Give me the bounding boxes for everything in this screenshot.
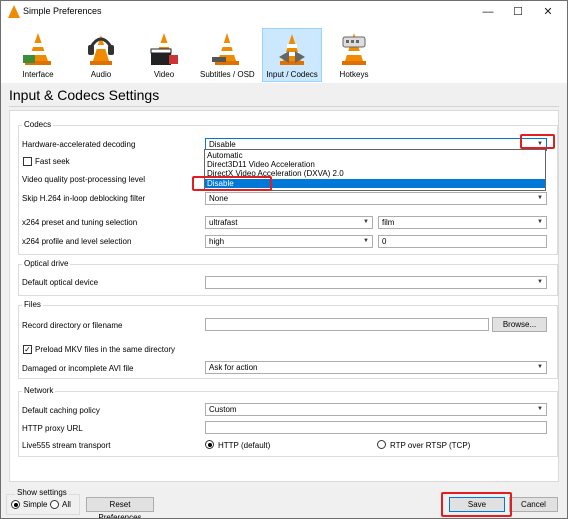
skip-h264-value: None bbox=[209, 194, 229, 203]
codecs-cone-icon bbox=[279, 34, 305, 65]
files-group-title: Files bbox=[22, 300, 43, 309]
tab-video-label: Video bbox=[153, 70, 175, 79]
cancel-button[interactable]: Cancel bbox=[509, 497, 558, 512]
optical-device-combo[interactable]: ▼ bbox=[205, 276, 547, 289]
tab-interface-label: Interface bbox=[22, 70, 54, 79]
video-clapper-icon bbox=[150, 33, 178, 65]
caching-policy-value: Custom bbox=[209, 405, 237, 414]
record-path-input[interactable] bbox=[205, 318, 489, 331]
tab-audio[interactable]: Audio bbox=[74, 29, 128, 81]
hw-decoding-label: Hardware-accelerated decoding bbox=[22, 140, 136, 149]
tab-audio-label: Audio bbox=[90, 70, 112, 79]
window-title: Simple Preferences bbox=[23, 6, 102, 16]
simple-mode-radio[interactable] bbox=[11, 500, 20, 509]
tab-input-codecs[interactable]: Input / Codecs bbox=[262, 28, 322, 82]
all-mode-label: All bbox=[62, 500, 71, 509]
chevron-down-icon: ▼ bbox=[537, 279, 543, 285]
tab-input-codecs-label: Input / Codecs bbox=[266, 70, 318, 79]
vlc-app-icon bbox=[8, 5, 20, 18]
browse-button[interactable]: Browse... bbox=[492, 317, 547, 332]
close-button[interactable]: ✕ bbox=[533, 1, 563, 23]
tab-hotkeys[interactable]: Hotkeys bbox=[327, 29, 381, 81]
reset-preferences-button[interactable]: Reset Preferences bbox=[86, 497, 154, 518]
simple-mode-label: Simple bbox=[23, 500, 48, 509]
x264-tune-combo[interactable]: film ▼ bbox=[378, 216, 547, 229]
title-divider bbox=[9, 106, 559, 107]
tab-interface[interactable]: Interface bbox=[11, 29, 65, 81]
subtitles-cone-icon bbox=[212, 33, 239, 65]
proxy-url-input[interactable] bbox=[205, 421, 547, 434]
all-mode-radio[interactable] bbox=[50, 500, 59, 509]
caching-policy-combo[interactable]: Custom ▼ bbox=[205, 403, 547, 416]
hw-decoding-value: Disable bbox=[209, 140, 236, 149]
optical-group-title: Optical drive bbox=[22, 259, 71, 268]
chevron-down-icon: ▼ bbox=[363, 238, 369, 244]
x264-level-input[interactable]: 0 bbox=[378, 235, 547, 248]
tab-subtitles-label: Subtitles / OSD bbox=[200, 70, 255, 79]
x264-tune-value: film bbox=[382, 218, 395, 227]
damaged-avi-value: Ask for action bbox=[209, 363, 258, 372]
tab-hotkeys-label: Hotkeys bbox=[339, 70, 369, 79]
maximize-button[interactable]: ☐ bbox=[503, 1, 533, 23]
optical-device-label: Default optical device bbox=[22, 278, 99, 287]
chevron-down-icon: ▼ bbox=[537, 195, 543, 201]
http-transport-label: HTTP (default) bbox=[218, 441, 271, 450]
x264-level-value: 0 bbox=[382, 237, 387, 246]
fast-seek-label: Fast seek bbox=[35, 157, 70, 166]
skip-h264-label: Skip H.264 in-loop deblocking filter bbox=[22, 194, 146, 203]
dropdown-option-d3d11[interactable]: Direct3D11 Video Acceleration bbox=[205, 160, 545, 169]
page-title: Input & Codecs Settings bbox=[9, 87, 160, 103]
chevron-down-icon: ▼ bbox=[537, 406, 543, 412]
interface-cone-icon bbox=[23, 33, 51, 65]
record-label: Record directory or filename bbox=[22, 321, 123, 330]
preload-mkv-label: Preload MKV files in the same directory bbox=[35, 345, 176, 354]
show-settings-label: Show settings bbox=[15, 488, 69, 497]
x264-preset-combo[interactable]: ultrafast ▼ bbox=[205, 216, 373, 229]
tab-subtitles-osd[interactable]: Subtitles / OSD bbox=[200, 29, 255, 81]
x264-preset-value: ultrafast bbox=[209, 218, 238, 227]
title-bar: Simple Preferences — ☐ ✕ bbox=[1, 1, 567, 23]
annotation-save-button-highlight bbox=[441, 492, 512, 517]
network-group-title: Network bbox=[22, 386, 56, 395]
category-toolbar: Interface Audio Video Subtitles / OSD In… bbox=[1, 23, 567, 83]
damaged-avi-combo[interactable]: Ask for action ▼ bbox=[205, 361, 547, 374]
tab-video[interactable]: Video bbox=[137, 29, 191, 81]
proxy-url-label: HTTP proxy URL bbox=[22, 424, 83, 433]
preload-mkv-checkbox[interactable]: ✓ bbox=[23, 345, 32, 354]
damaged-avi-label: Damaged or incomplete AVI file bbox=[22, 364, 134, 373]
rtp-transport-radio[interactable] bbox=[377, 440, 386, 449]
x264-profile-label: x264 profile and level selection bbox=[22, 237, 132, 246]
live555-label: Live555 stream transport bbox=[22, 441, 111, 450]
codecs-group-title: Codecs bbox=[22, 120, 54, 129]
caching-policy-label: Default caching policy bbox=[22, 406, 100, 415]
x264-profile-value: high bbox=[209, 237, 225, 246]
chevron-down-icon: ▼ bbox=[537, 364, 543, 370]
annotation-disable-option-highlight bbox=[192, 176, 272, 191]
minimize-button[interactable]: — bbox=[473, 1, 503, 23]
dropdown-option-automatic[interactable]: Automatic bbox=[205, 151, 545, 160]
postproc-label: Video quality post-processing level bbox=[22, 175, 146, 184]
x264-preset-label: x264 preset and tuning selection bbox=[22, 218, 138, 227]
http-transport-radio[interactable] bbox=[205, 440, 214, 449]
chevron-down-icon: ▼ bbox=[537, 219, 543, 225]
hotkeys-cone-icon bbox=[342, 33, 366, 65]
audio-headphones-icon bbox=[88, 35, 114, 65]
chevron-down-icon: ▼ bbox=[363, 219, 369, 225]
skip-h264-combo[interactable]: None ▼ bbox=[205, 192, 547, 205]
fast-seek-checkbox[interactable] bbox=[23, 157, 32, 166]
rtp-transport-label: RTP over RTSP (TCP) bbox=[390, 441, 471, 450]
preferences-window: Simple Preferences — ☐ ✕ Interface Audio… bbox=[0, 0, 568, 519]
annotation-dropdown-arrow-highlight bbox=[520, 134, 555, 149]
x264-profile-combo[interactable]: high ▼ bbox=[205, 235, 373, 248]
